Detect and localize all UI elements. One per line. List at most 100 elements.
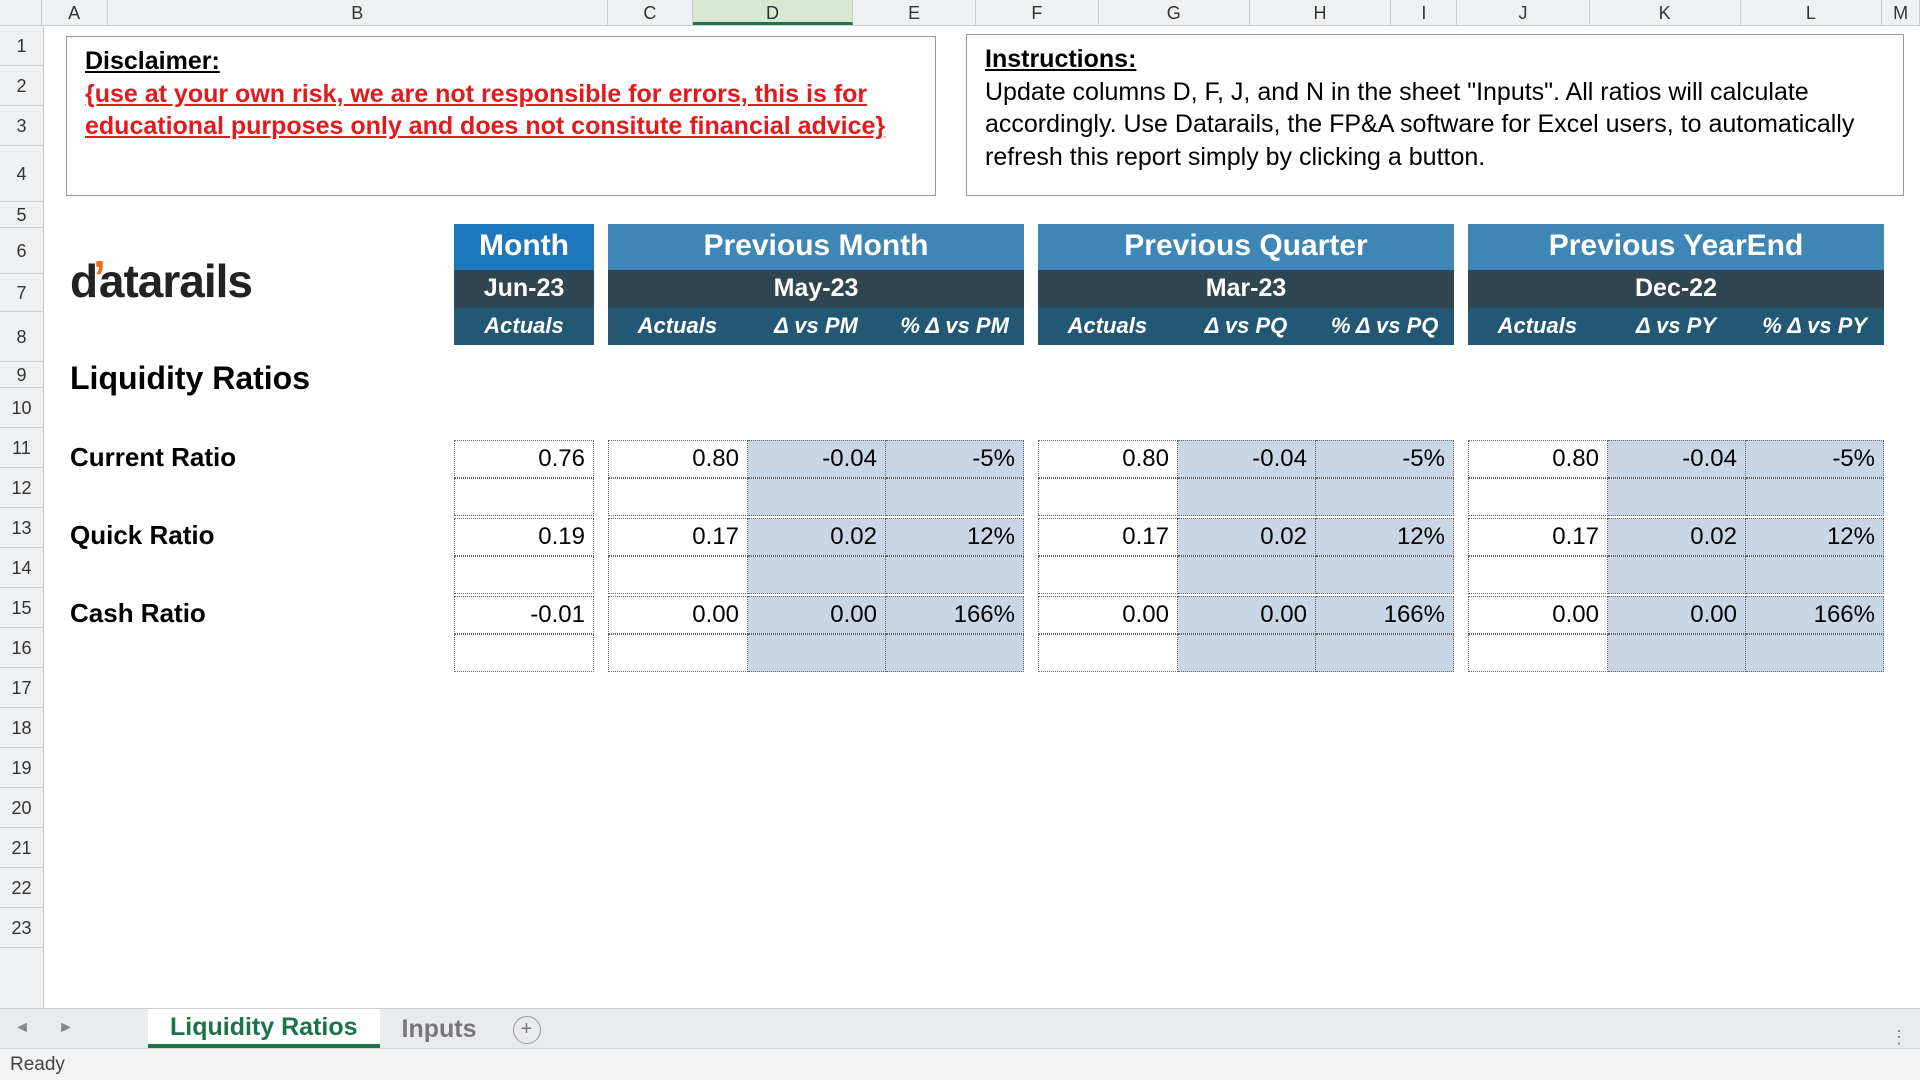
cell[interactable] [608,556,748,594]
row-header-5[interactable]: 5 [0,202,43,228]
cell[interactable]: 0.02 [748,518,886,556]
col-header-D[interactable]: D [693,0,853,25]
cell[interactable] [454,556,594,594]
row-header-20[interactable]: 20 [0,788,43,828]
tab-nav-next[interactable]: ► [44,1008,88,1048]
cell[interactable]: -0.01 [454,596,594,634]
row-header-10[interactable]: 10 [0,388,43,428]
col-header-M[interactable]: M [1882,0,1920,25]
cell[interactable]: 0.00 [1178,596,1316,634]
cell[interactable]: 0.00 [1468,596,1608,634]
row-header-22[interactable]: 22 [0,868,43,908]
cell[interactable]: 12% [1746,518,1884,556]
cell[interactable] [1178,478,1316,516]
row-header-23[interactable]: 23 [0,908,43,948]
col-header-A[interactable]: A [42,0,108,25]
cell[interactable] [1038,634,1178,672]
cell[interactable]: 0.80 [1038,440,1178,478]
cell[interactable] [1316,556,1454,594]
col-header-B[interactable]: B [108,0,608,25]
cell[interactable] [1316,634,1454,672]
cell[interactable]: 0.00 [748,596,886,634]
col-header-F[interactable]: F [976,0,1099,25]
col-header-G[interactable]: G [1099,0,1250,25]
cell[interactable]: 0.00 [1038,596,1178,634]
cell[interactable] [1746,478,1884,516]
cell[interactable]: 0.76 [454,440,594,478]
tab-liquidity-ratios[interactable]: Liquidity Ratios [148,1009,380,1048]
cell[interactable] [454,478,594,516]
cell[interactable]: 166% [1746,596,1884,634]
tab-drag-handle-icon[interactable]: ⋮ [1890,1027,1920,1048]
cell[interactable] [454,634,594,672]
cell[interactable]: 0.17 [608,518,748,556]
cell[interactable] [748,634,886,672]
cell[interactable]: -5% [1316,440,1454,478]
cell[interactable]: -0.04 [1608,440,1746,478]
tab-inputs[interactable]: Inputs [380,1011,499,1048]
cell[interactable]: 0.19 [454,518,594,556]
cell[interactable] [748,556,886,594]
cell[interactable] [1608,634,1746,672]
add-sheet-button[interactable]: + [513,1016,541,1044]
col-header-J[interactable]: J [1457,0,1589,25]
cell[interactable] [886,634,1024,672]
worksheet-area[interactable]: Disclaimer: {use at your own risk, we ar… [44,26,1920,1008]
cell[interactable]: 0.17 [1468,518,1608,556]
cell[interactable] [1038,478,1178,516]
col-header-K[interactable]: K [1590,0,1741,25]
cell[interactable] [1178,556,1316,594]
row-header-16[interactable]: 16 [0,628,43,668]
cell[interactable]: 12% [886,518,1024,556]
row-header-15[interactable]: 15 [0,588,43,628]
cell[interactable]: 0.80 [1468,440,1608,478]
cell[interactable] [748,478,886,516]
cell[interactable] [1468,478,1608,516]
cell[interactable] [1316,478,1454,516]
tab-nav-prev[interactable]: ◄ [0,1008,44,1048]
cell[interactable]: 166% [886,596,1024,634]
row-header-17[interactable]: 17 [0,668,43,708]
row-header-3[interactable]: 3 [0,106,43,146]
row-header-21[interactable]: 21 [0,828,43,868]
cell[interactable]: -0.04 [1178,440,1316,478]
row-header-12[interactable]: 12 [0,468,43,508]
col-header-I[interactable]: I [1391,0,1457,25]
cell[interactable]: -5% [1746,440,1884,478]
row-header-8[interactable]: 8 [0,312,43,362]
cell[interactable] [1178,634,1316,672]
row-header-19[interactable]: 19 [0,748,43,788]
cell[interactable]: -5% [886,440,1024,478]
row-header-4[interactable]: 4 [0,146,43,202]
cell[interactable] [886,478,1024,516]
cell[interactable]: 166% [1316,596,1454,634]
cell[interactable] [1608,556,1746,594]
cell[interactable]: 0.00 [1608,596,1746,634]
cell[interactable] [1608,478,1746,516]
cell[interactable]: 0.00 [608,596,748,634]
cell[interactable]: 0.80 [608,440,748,478]
row-header-14[interactable]: 14 [0,548,43,588]
cell[interactable] [1468,634,1608,672]
row-header-11[interactable]: 11 [0,428,43,468]
row-header-6[interactable]: 6 [0,228,43,274]
col-header-C[interactable]: C [608,0,693,25]
cell[interactable] [608,634,748,672]
row-header-2[interactable]: 2 [0,66,43,106]
cell[interactable]: 12% [1316,518,1454,556]
cell[interactable] [1468,556,1608,594]
row-header-18[interactable]: 18 [0,708,43,748]
select-all-corner[interactable] [0,0,42,25]
cell[interactable] [1746,634,1884,672]
cell[interactable] [1746,556,1884,594]
col-header-L[interactable]: L [1741,0,1883,25]
cell[interactable] [608,478,748,516]
row-header-13[interactable]: 13 [0,508,43,548]
row-header-1[interactable]: 1 [0,26,43,66]
cell[interactable]: -0.04 [748,440,886,478]
cell[interactable]: 0.17 [1038,518,1178,556]
cell[interactable] [1038,556,1178,594]
row-header-9[interactable]: 9 [0,362,43,388]
col-header-E[interactable]: E [853,0,976,25]
col-header-H[interactable]: H [1250,0,1392,25]
